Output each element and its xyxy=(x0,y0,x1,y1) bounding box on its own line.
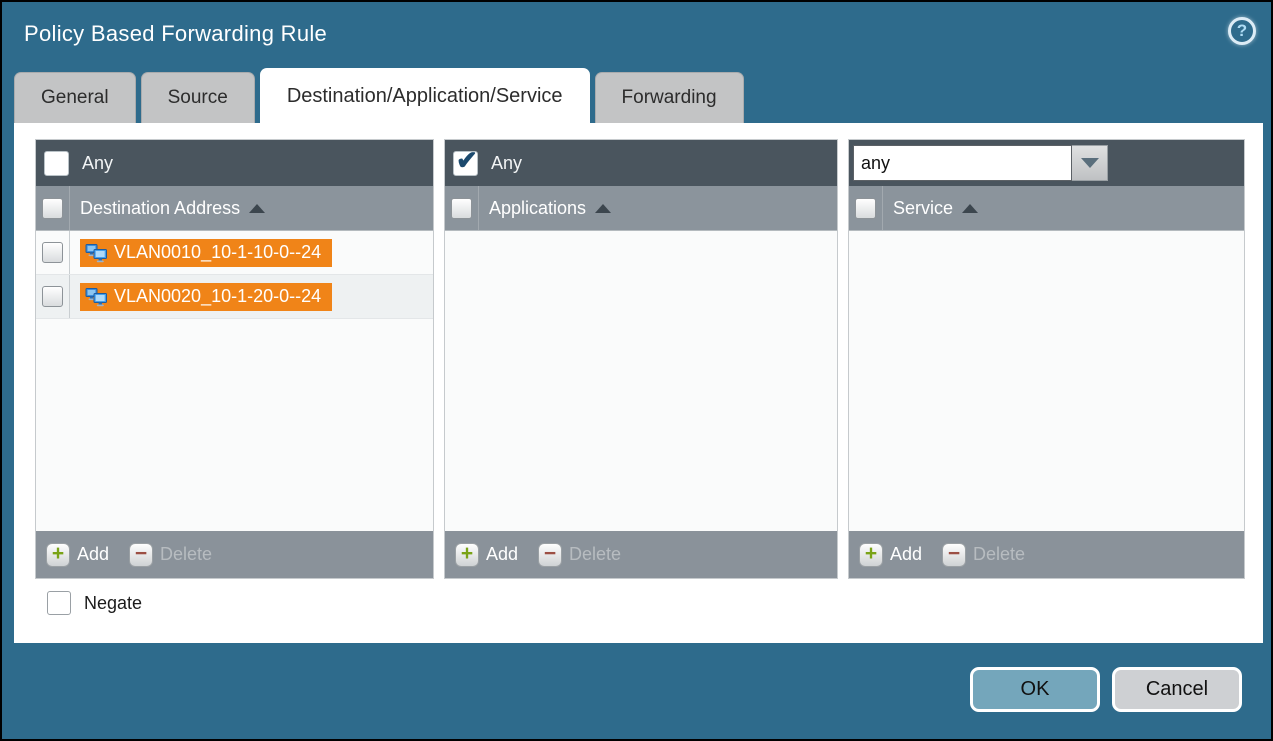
tab-content: Any Destination Address xyxy=(14,123,1263,643)
applications-any-checkbox[interactable] xyxy=(453,151,478,176)
cancel-button[interactable]: Cancel xyxy=(1112,667,1242,712)
network-address-icon xyxy=(85,287,108,307)
pbf-rule-dialog: Policy Based Forwarding Rule ? General S… xyxy=(0,0,1273,741)
add-button-label: Add xyxy=(486,544,518,565)
service-select-all-checkbox[interactable] xyxy=(855,198,876,219)
sort-ascending-icon xyxy=(249,204,265,213)
destination-panel-footer: + Add − Delete xyxy=(36,531,433,578)
delete-button-label: Delete xyxy=(160,544,212,565)
add-button[interactable]: + Add xyxy=(859,543,922,567)
sort-ascending-icon xyxy=(962,204,978,213)
service-dropdown: any xyxy=(853,145,1108,181)
tab-bar: General Source Destination/Application/S… xyxy=(14,68,744,123)
service-dropdown-value[interactable]: any xyxy=(853,145,1072,181)
applications-panel: Any Applications + Add − Delete xyxy=(444,139,838,579)
service-column-title: Service xyxy=(893,198,953,219)
destination-any-checkbox[interactable] xyxy=(44,151,69,176)
minus-icon: − xyxy=(942,543,966,567)
add-button-label: Add xyxy=(77,544,109,565)
add-button[interactable]: + Add xyxy=(455,543,518,567)
service-list xyxy=(849,231,1244,531)
applications-any-label: Any xyxy=(491,153,522,174)
chevron-down-icon xyxy=(1081,158,1099,168)
network-address-icon xyxy=(85,243,108,263)
negate-row: Negate xyxy=(47,591,1263,615)
applications-select-all-checkbox[interactable] xyxy=(451,198,472,219)
service-panel: any Service + Add − xyxy=(848,139,1245,579)
plus-icon: + xyxy=(46,543,70,567)
address-object-badge[interactable]: VLAN0020_10-1-20-0--24 xyxy=(80,283,332,311)
table-row[interactable]: VLAN0020_10-1-20-0--24 xyxy=(36,275,433,319)
applications-column-header[interactable]: Applications xyxy=(445,186,837,231)
applications-select-all-cell xyxy=(445,186,479,230)
address-object-label: VLAN0020_10-1-20-0--24 xyxy=(114,286,321,307)
address-object-label: VLAN0010_10-1-10-0--24 xyxy=(114,242,321,263)
dialog-actions: OK Cancel xyxy=(970,667,1242,712)
destination-select-all-checkbox[interactable] xyxy=(42,198,63,219)
delete-button-label: Delete xyxy=(569,544,621,565)
table-row[interactable]: VLAN0010_10-1-10-0--24 xyxy=(36,231,433,275)
ok-button[interactable]: OK xyxy=(970,667,1100,712)
delete-button[interactable]: − Delete xyxy=(942,543,1025,567)
row-checkbox-cell xyxy=(36,275,70,318)
plus-icon: + xyxy=(859,543,883,567)
negate-label: Negate xyxy=(84,593,142,614)
destination-any-label: Any xyxy=(82,153,113,174)
row-checkbox-cell xyxy=(36,231,70,274)
tab-general[interactable]: General xyxy=(14,72,136,123)
panels-container: Any Destination Address xyxy=(14,123,1263,579)
add-button[interactable]: + Add xyxy=(46,543,109,567)
destination-any-bar: Any xyxy=(36,140,433,186)
destination-address-panel: Any Destination Address xyxy=(35,139,434,579)
dialog-title: Policy Based Forwarding Rule xyxy=(24,21,327,47)
service-select-all-cell xyxy=(849,186,883,230)
delete-button[interactable]: − Delete xyxy=(538,543,621,567)
destination-list: VLAN0010_10-1-10-0--24 xyxy=(36,231,433,531)
tab-forwarding[interactable]: Forwarding xyxy=(595,72,744,123)
applications-any-bar: Any xyxy=(445,140,837,186)
help-icon[interactable]: ? xyxy=(1228,17,1256,45)
destination-select-all-cell xyxy=(36,186,70,230)
sort-ascending-icon xyxy=(595,204,611,213)
tab-source[interactable]: Source xyxy=(141,72,255,123)
service-panel-footer: + Add − Delete xyxy=(849,531,1244,578)
applications-panel-footer: + Add − Delete xyxy=(445,531,837,578)
applications-column-title: Applications xyxy=(489,198,586,219)
delete-button[interactable]: − Delete xyxy=(129,543,212,567)
plus-icon: + xyxy=(455,543,479,567)
row-checkbox[interactable] xyxy=(42,242,63,263)
service-column-header[interactable]: Service xyxy=(849,186,1244,231)
negate-checkbox[interactable] xyxy=(47,591,71,615)
minus-icon: − xyxy=(538,543,562,567)
address-object-badge[interactable]: VLAN0010_10-1-10-0--24 xyxy=(80,239,332,267)
destination-column-header[interactable]: Destination Address xyxy=(36,186,433,231)
row-checkbox[interactable] xyxy=(42,286,63,307)
add-button-label: Add xyxy=(890,544,922,565)
service-dropdown-button[interactable] xyxy=(1072,145,1108,181)
applications-list xyxy=(445,231,837,531)
minus-icon: − xyxy=(129,543,153,567)
service-dropdown-bar: any xyxy=(849,140,1244,186)
tab-destination-application-service[interactable]: Destination/Application/Service xyxy=(260,68,590,123)
delete-button-label: Delete xyxy=(973,544,1025,565)
destination-column-title: Destination Address xyxy=(80,198,240,219)
